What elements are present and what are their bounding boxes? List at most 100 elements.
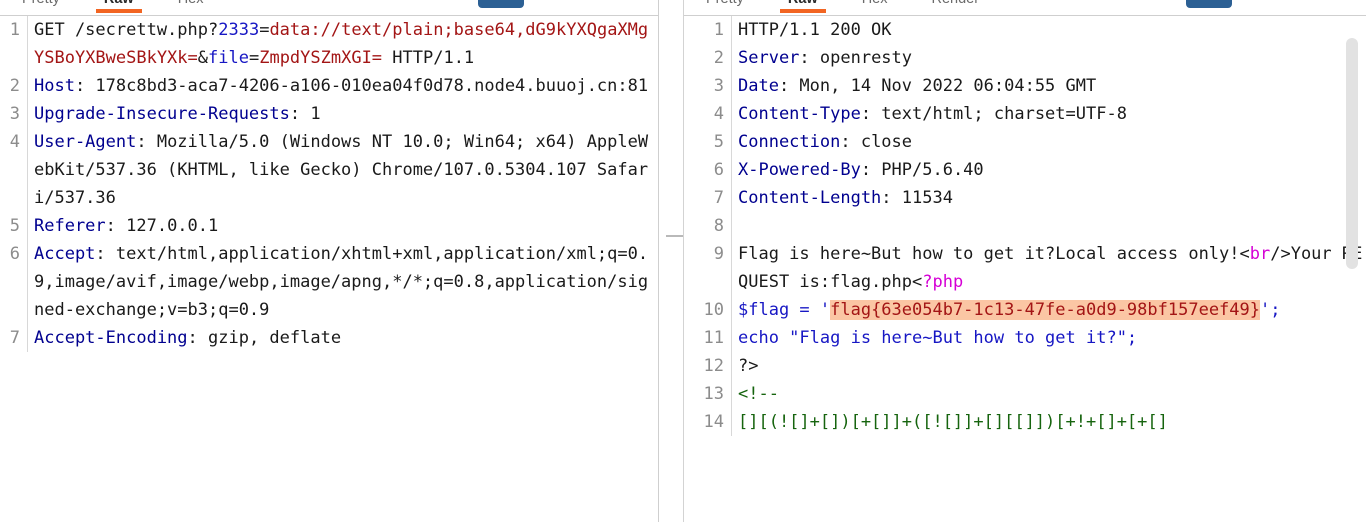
code-line: 13 <!--: [684, 380, 1366, 408]
request-action-button-wrap: [478, 0, 524, 10]
response-tab-hex[interactable]: Hex: [840, 0, 910, 10]
code-token: User-Agent: [34, 132, 137, 152]
code-line: 14 [][(![]+[])[+[]]+([![]]+[][[]])[+!+[]+…: [684, 408, 1366, 436]
response-code-lines: 1 HTTP/1.1 200 OK 2 Server: openresty 3 Date:…: [684, 16, 1366, 436]
splitter-handle[interactable]: [666, 235, 683, 237]
code-line-content[interactable]: Date: Mon, 14 Nov 2022 06:04:55 GMT: [732, 72, 1366, 100]
code-line: 2 Host: 178c8bd3-aca7-4206-a106-010ea04f0…: [0, 72, 658, 100]
code-token: : text/html,application/xhtml+xml,applic…: [34, 244, 649, 320]
code-line: 10 $flag = 'flag{63e054b7-1c13-47fe-a0d9-…: [684, 296, 1366, 324]
code-token: : 11534: [881, 188, 953, 208]
line-number: 5: [9, 216, 20, 236]
request-tab-raw[interactable]: Raw: [82, 0, 156, 13]
code-token: file: [208, 48, 249, 68]
code-token: Content-Length: [738, 188, 882, 208]
response-tab-raw[interactable]: Raw: [766, 0, 840, 13]
code-token: ZmpdYSZmXGI=: [259, 48, 383, 68]
response-action-button-wrap: [1186, 0, 1232, 10]
code-line-content[interactable]: ?>: [732, 352, 1366, 380]
panel-splitter[interactable]: [658, 0, 683, 522]
code-line-content[interactable]: Flag is here~But how to get it?Local acc…: [732, 240, 1366, 296]
request-action-button[interactable]: [478, 0, 524, 8]
code-line-content[interactable]: Accept: text/html,application/xhtml+xml,…: [28, 240, 658, 324]
code-line: 4 Content-Type: text/html; charset=UTF-8: [684, 100, 1366, 128]
code-line: 8: [684, 212, 1366, 240]
code-line-content[interactable]: $flag = 'flag{63e054b7-1c13-47fe-a0d9-98…: [732, 296, 1366, 324]
code-token: <!--: [738, 384, 779, 404]
line-number: 2: [713, 48, 724, 68]
code-line: 7 Accept-Encoding: gzip, deflate: [0, 324, 658, 352]
code-token: : close: [840, 132, 913, 152]
code-token: Date: [738, 76, 779, 96]
line-number: 12: [703, 356, 724, 376]
code-token: Accept-Encoding: [34, 328, 188, 348]
code-token: : 178c8bd3-aca7-4206-a106-010ea04f0d78.n…: [74, 76, 649, 96]
line-number: 1: [9, 20, 20, 40]
line-number: 14: [703, 412, 724, 432]
flag-highlight: flag{63e054b7-1c13-47fe-a0d9-98bf157eef4…: [830, 300, 1260, 320]
request-code-area[interactable]: 1 GET /secrettw.php?2333=data://text/plai…: [0, 16, 658, 522]
line-number: 3: [713, 76, 724, 96]
code-token: ?>: [738, 356, 759, 376]
response-tab-pretty[interactable]: Pretty: [684, 0, 766, 10]
code-line: 11 echo "Flag is here~But how to get it?"…: [684, 324, 1366, 352]
request-panel: PrettyRawHex 1 GET /secrettw.php?2333=dat…: [0, 0, 658, 522]
code-line-content[interactable]: Content-Length: 11534: [732, 184, 1366, 212]
code-token: ';: [1260, 300, 1281, 320]
code-line-content[interactable]: Content-Type: text/html; charset=UTF-8: [732, 100, 1366, 128]
code-token: Host: [34, 76, 75, 96]
request-tab-hex[interactable]: Hex: [156, 0, 226, 10]
line-number: 9: [713, 244, 724, 264]
code-line-content[interactable]: HTTP/1.1 200 OK: [732, 16, 1366, 44]
code-line-content[interactable]: Host: 178c8bd3-aca7-4206-a106-010ea04f0d…: [28, 72, 658, 100]
code-line: 4 User-Agent: Mozilla/5.0 (Windows NT 10.…: [0, 128, 658, 212]
line-number: 3: [9, 104, 20, 124]
line-number: 7: [9, 328, 20, 348]
code-line: 3 Date: Mon, 14 Nov 2022 06:04:55 GMT: [684, 72, 1366, 100]
code-line-content[interactable]: [732, 212, 1366, 240]
code-line-content[interactable]: Connection: close: [732, 128, 1366, 156]
code-token: br: [1249, 244, 1271, 264]
code-token: : PHP/5.6.40: [860, 160, 984, 180]
code-token: Flag is here~But how to get it?Local acc…: [738, 244, 1250, 264]
line-number: 13: [703, 384, 724, 404]
response-code-area[interactable]: 1 HTTP/1.1 200 OK 2 Server: openresty 3 Date:…: [684, 16, 1366, 522]
code-token: &: [197, 48, 209, 68]
code-line-content[interactable]: Accept-Encoding: gzip, deflate: [28, 324, 658, 352]
code-line-content[interactable]: Server: openresty: [732, 44, 1366, 72]
code-token: =: [259, 20, 270, 40]
code-line: 1 HTTP/1.1 200 OK: [684, 16, 1366, 44]
code-line: 3 Upgrade-Insecure-Requests: 1: [0, 100, 658, 128]
line-number: 6: [9, 244, 20, 264]
code-line: 12 ?>: [684, 352, 1366, 380]
code-token: 2333: [218, 20, 260, 40]
code-line-content[interactable]: User-Agent: Mozilla/5.0 (Windows NT 10.0…: [28, 128, 658, 212]
line-number: 5: [713, 132, 724, 152]
request-code-lines: 1 GET /secrettw.php?2333=data://text/plai…: [0, 16, 658, 352]
response-vertical-scrollbar[interactable]: [1346, 38, 1358, 269]
code-line-content[interactable]: <!--: [732, 380, 1366, 408]
code-line: 6 X-Powered-By: PHP/5.6.40: [684, 156, 1366, 184]
code-line-content[interactable]: X-Powered-By: PHP/5.6.40: [732, 156, 1366, 184]
code-line-content[interactable]: echo "Flag is here~But how to get it?";: [732, 324, 1366, 352]
code-token: X-Powered-By: [738, 160, 861, 180]
code-line-content[interactable]: GET /secrettw.php?2333=data://text/plain…: [28, 16, 658, 72]
line-number: 11: [703, 328, 724, 348]
code-token: [][(![]+[])[+[]]+([![]]+[][[]])[+!+[]+[+…: [738, 412, 1168, 432]
code-line: 1 GET /secrettw.php?2333=data://text/plai…: [0, 16, 658, 72]
code-line-content[interactable]: [][(![]+[])[+[]]+([![]]+[][[]])[+!+[]+[+…: [732, 408, 1366, 436]
line-number: 7: [713, 188, 724, 208]
code-token: GET /secrettw.php?: [34, 20, 219, 40]
code-line: 2 Server: openresty: [684, 44, 1366, 72]
code-token: Accept: [34, 244, 96, 264]
code-token: Content-Type: [738, 104, 861, 124]
response-action-button[interactable]: [1186, 0, 1232, 8]
request-tab-pretty[interactable]: Pretty: [0, 0, 82, 10]
code-line-content[interactable]: Upgrade-Insecure-Requests: 1: [28, 100, 658, 128]
code-line-content[interactable]: Referer: 127.0.0.1: [28, 212, 658, 240]
code-token: HTTP/1.1 200 OK: [738, 20, 892, 40]
code-token: echo "Flag is here~But how to get it?";: [738, 328, 1138, 348]
code-token: ?php: [922, 272, 964, 292]
request-tabbar: PrettyRawHex: [0, 0, 658, 16]
response-tab-render[interactable]: Render: [910, 0, 1002, 10]
